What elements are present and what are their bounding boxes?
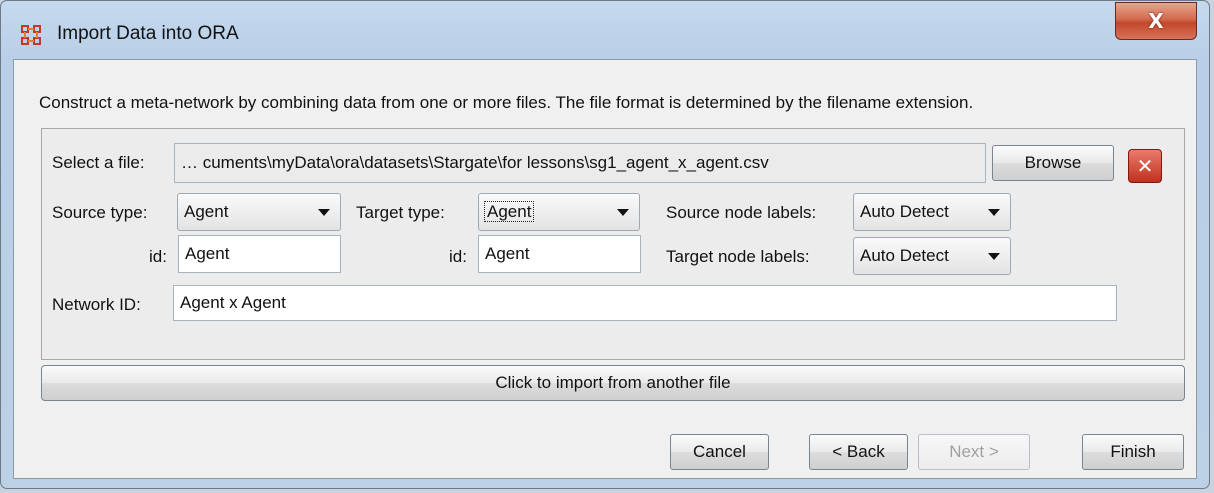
chevron-down-icon xyxy=(988,208,1000,216)
source-type-value: Agent xyxy=(184,202,229,221)
back-button[interactable]: < Back xyxy=(809,434,908,470)
source-node-labels-dropdown[interactable]: Auto Detect xyxy=(853,193,1011,231)
target-node-labels-value: Auto Detect xyxy=(860,246,949,265)
target-node-labels-label: Target node labels: xyxy=(666,247,810,266)
cancel-button[interactable]: Cancel xyxy=(670,434,769,470)
ora-app-icon xyxy=(21,25,41,45)
target-id-label: id: xyxy=(449,247,467,266)
target-type-value: Agent xyxy=(483,201,535,222)
remove-file-button[interactable]: ✕ xyxy=(1128,149,1162,183)
chevron-down-icon xyxy=(617,208,629,216)
instructions-text: Construct a meta-network by combining da… xyxy=(39,93,974,112)
source-node-labels-value: Auto Detect xyxy=(860,202,949,221)
close-icon: X xyxy=(1148,9,1164,33)
next-button[interactable]: Next > xyxy=(918,434,1030,470)
chevron-down-icon xyxy=(318,208,330,216)
network-id-label: Network ID: xyxy=(52,295,141,314)
title-bar: Import Data into ORA X xyxy=(1,1,1209,61)
import-another-file-button[interactable]: Click to import from another file xyxy=(41,365,1185,401)
dialog-content: Construct a meta-network by combining da… xyxy=(13,59,1197,479)
select-file-label: Select a file: xyxy=(52,153,145,172)
target-id-input[interactable]: Agent xyxy=(478,235,641,273)
finish-button[interactable]: Finish xyxy=(1082,434,1184,470)
chevron-down-icon xyxy=(988,252,1000,260)
source-id-input[interactable]: Agent xyxy=(178,235,341,273)
target-type-label: Target type: xyxy=(356,203,445,222)
source-id-label: id: xyxy=(149,247,167,266)
file-path-field[interactable]: … cuments\myData\ora\datasets\Stargate\f… xyxy=(174,143,986,183)
source-type-dropdown[interactable]: Agent xyxy=(177,193,341,231)
source-node-labels-label: Source node labels: xyxy=(666,203,817,222)
target-type-dropdown[interactable]: Agent xyxy=(478,193,640,231)
network-id-input[interactable]: Agent x Agent xyxy=(173,285,1117,321)
close-icon: ✕ xyxy=(1136,154,1154,178)
target-node-labels-dropdown[interactable]: Auto Detect xyxy=(853,237,1011,275)
browse-button[interactable]: Browse xyxy=(992,145,1114,181)
source-type-label: Source type: xyxy=(52,203,148,222)
import-dialog: Import Data into ORA X Construct a meta-… xyxy=(0,0,1210,489)
window-close-button[interactable]: X xyxy=(1115,2,1197,40)
file-import-panel: Select a file: … cuments\myData\ora\data… xyxy=(41,128,1185,360)
window-title: Import Data into ORA xyxy=(57,23,239,44)
